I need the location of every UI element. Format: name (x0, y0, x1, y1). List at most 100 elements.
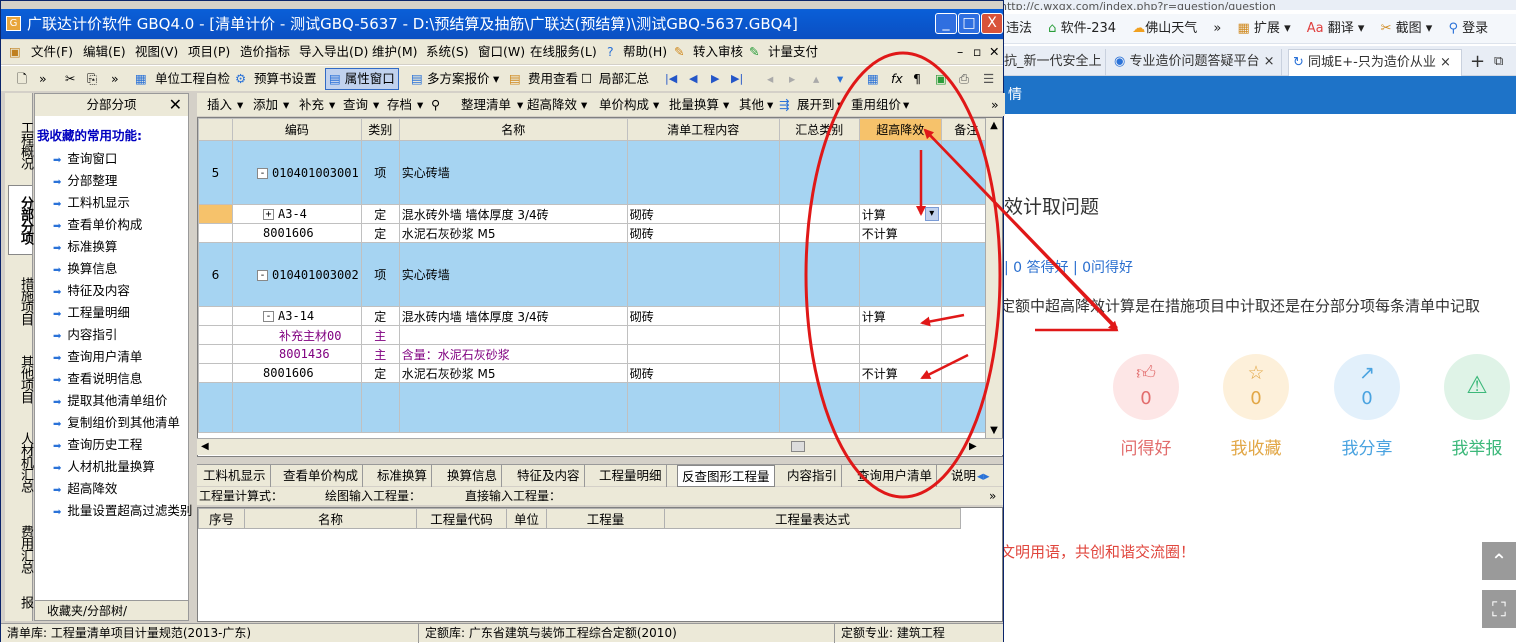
tab-standard-convert[interactable]: 标准换算 (373, 465, 432, 487)
vertical-scrollbar[interactable]: ▲ ▼ (985, 118, 1002, 439)
tab-project-overview[interactable]: 工程概况 (8, 113, 32, 177)
summary-cell[interactable] (779, 224, 859, 243)
mdi-close-button[interactable]: ✕ (989, 40, 999, 64)
name-cell[interactable]: 实心砖墙 (399, 243, 627, 307)
mdi-restore-button[interactable]: ▫ (973, 40, 981, 64)
report-label[interactable]: 我举报 (1432, 434, 1516, 459)
summary-cell[interactable] (779, 345, 859, 364)
row-number-cell[interactable] (199, 224, 233, 243)
minimize-button[interactable]: _ (935, 13, 957, 34)
name-cell[interactable]: 水泥石灰砂浆 M5 (399, 364, 627, 383)
note-cell[interactable] (941, 141, 991, 205)
new-file-icon[interactable]: 🗋 (17, 66, 27, 92)
grid-row[interactable]: 8001436主含量：水泥石灰砂浆 (199, 345, 992, 364)
favorite-item[interactable]: ➡批量设置超高过滤类别 (53, 500, 192, 522)
type-cell[interactable]: 定 (361, 364, 399, 383)
code-cell[interactable]: 8001606 (233, 364, 362, 383)
summary-cell[interactable] (779, 141, 859, 205)
scroll-right-icon[interactable]: ▶ (969, 439, 977, 455)
formula-icon[interactable]: fx (891, 66, 903, 92)
next-icon[interactable]: ▶ (711, 66, 719, 92)
col-header-super-height[interactable]: 超高降效 (859, 119, 941, 141)
note-cell[interactable] (941, 224, 991, 243)
content-cell[interactable]: 砌砖 (627, 224, 779, 243)
collapse-icon[interactable]: - (263, 311, 274, 322)
summary-cell[interactable] (779, 326, 859, 345)
menu-cost-index[interactable]: 造价指标 (240, 40, 290, 64)
note-cell[interactable] (941, 243, 991, 307)
bookmark-item[interactable]: ⚲ 登录 (1442, 14, 1494, 44)
tab-convert-info[interactable]: 换算信息 (443, 465, 502, 487)
tab-labor-material[interactable]: 工料机显示 (199, 465, 271, 487)
content-cell[interactable] (627, 243, 779, 307)
note-cell[interactable] (941, 326, 991, 345)
fullscreen-button[interactable]: ⛶ (1482, 590, 1516, 628)
scroll-left-icon[interactable]: ◀ (201, 439, 209, 455)
favorite-item[interactable]: ➡人材机批量换算 (53, 456, 155, 478)
calculator-icon[interactable]: ▦ (867, 66, 879, 92)
scroll-thumb[interactable] (791, 441, 805, 452)
favorite-item[interactable]: ➡工程量明细 (53, 302, 130, 324)
first-icon[interactable]: |◀ (665, 66, 677, 92)
content-cell[interactable] (627, 326, 779, 345)
summary-cell[interactable] (779, 205, 859, 224)
tab-features[interactable]: 特征及内容 (513, 465, 585, 487)
share-label[interactable]: 我分享 (1322, 434, 1412, 459)
paragraph-icon[interactable]: ¶ (913, 66, 921, 92)
mdi-minimize-button[interactable]: – (957, 40, 963, 64)
menu-edit[interactable]: 编辑(E) (83, 40, 126, 64)
binoculars-icon[interactable]: ⚲ (431, 93, 440, 116)
browser-tab[interactable]: ◉ 专业造价问题答疑平台 × (1110, 49, 1282, 76)
scroll-down-icon[interactable]: ▼ (986, 423, 1002, 439)
content-cell[interactable] (627, 345, 779, 364)
move-left-icon[interactable]: ◂ (767, 66, 773, 92)
row-number-cell[interactable] (199, 326, 233, 345)
favorite-item[interactable]: ➡复制组价到其他清单 (53, 412, 180, 434)
print-icon[interactable]: ⎙ (959, 66, 969, 92)
content-cell[interactable]: 砌砖 (627, 307, 779, 326)
maximize-button[interactable]: □ (958, 13, 980, 34)
note-cell[interactable] (941, 307, 991, 326)
browser-tab[interactable]: 抗_新一代安全上 × (1000, 49, 1106, 76)
row-number-cell[interactable] (199, 345, 233, 364)
col-header-code[interactable]: 编码 (233, 119, 362, 141)
property-window-button[interactable]: ▤ 属性窗口 (325, 68, 399, 90)
super-height-cell[interactable]: 计算▾ (859, 205, 941, 224)
type-cell[interactable]: 主 (361, 345, 399, 364)
like-label[interactable]: 问得好 (1101, 434, 1191, 459)
tab-materials-summary[interactable]: 人材机汇总 (8, 425, 32, 499)
super-height-button[interactable]: 超高降效 (527, 93, 577, 116)
tab-measures[interactable]: 措施项目 (8, 269, 32, 333)
menu-online[interactable]: 在线服务(L) (530, 40, 597, 64)
copy-icon[interactable]: ⎘ (87, 66, 97, 92)
code-cell[interactable]: 8001606 (233, 224, 362, 243)
row-number-cell[interactable] (199, 205, 233, 224)
summary-cell[interactable] (779, 364, 859, 383)
favorite-item[interactable]: ➡分部整理 (53, 170, 117, 192)
menu-view[interactable]: 视图(V) (135, 40, 178, 64)
unit-price-button[interactable]: 单价构成 (599, 93, 649, 116)
grid-row[interactable]: 补充主材00主 (199, 326, 992, 345)
close-icon[interactable]: × (1264, 54, 1275, 69)
super-height-cell[interactable] (859, 345, 941, 364)
archive-button[interactable]: 存档 (387, 93, 412, 116)
menu-project[interactable]: 项目(P) (188, 40, 230, 64)
close-button[interactable]: X (981, 13, 1003, 34)
favorite-item[interactable]: ➡换算信息 (53, 258, 117, 280)
query-button[interactable]: 查询 (343, 93, 368, 116)
tab-content-guide[interactable]: 内容指引 (783, 465, 842, 487)
favorite-item[interactable]: ➡超高降效 (53, 478, 117, 500)
code-cell[interactable]: 补充主材00 (233, 326, 362, 345)
col-header-type[interactable]: 类别 (361, 119, 399, 141)
more-bookmarks-button[interactable]: » (1207, 14, 1227, 44)
fee-view-button[interactable]: 费用查看 (528, 66, 578, 92)
name-cell[interactable]: 含量：水泥石灰砂浆 (399, 345, 627, 364)
name-cell[interactable]: 水泥石灰砂浆 M5 (399, 224, 627, 243)
back-to-top-button[interactable]: ⌃ (1482, 542, 1516, 580)
note-cell[interactable] (941, 205, 991, 224)
content-cell[interactable] (627, 141, 779, 205)
grid-row[interactable]: 5-010401003001项实心砖墙 (199, 141, 992, 205)
tab-report[interactable]: 报 (8, 593, 32, 611)
tab-scroll-icon[interactable]: ◂▸ (973, 465, 994, 487)
bookmark-item[interactable]: 违法 (1000, 14, 1038, 44)
